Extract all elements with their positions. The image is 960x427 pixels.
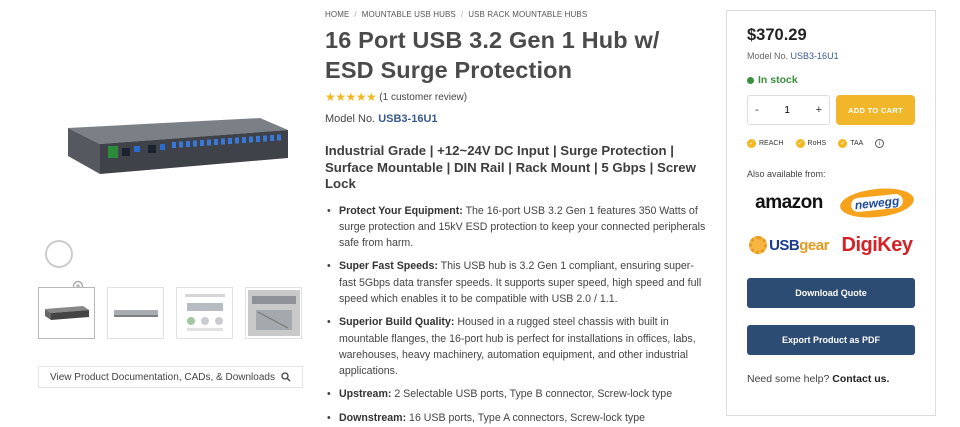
documentation-link[interactable]: View Product Documentation, CADs, & Down… [38,366,303,388]
feature-label: Super Fast Speeds: [339,260,438,273]
buybox-model-label: Model No. [747,51,789,61]
add-to-cart-button[interactable]: ADD TO CART [836,95,915,125]
amazon-logo[interactable]: amazon [747,185,831,221]
search-icon [281,372,291,382]
hub-thumbnail-image [44,306,89,320]
feature-label: Protect Your Equipment: [339,204,463,217]
contact-us-link[interactable]: Contact us. [832,373,889,385]
digikey-logo[interactable]: DigiKey [835,227,919,263]
feature-text: 16 USB ports, Type A connectors, Screw-l… [406,411,645,424]
amazon-logo-text: amazon [755,192,823,213]
thumbnail-1[interactable] [38,287,95,339]
breadcrumb: HOME / MOUNTABLE USB HUBS / USB RACK MOU… [325,10,710,19]
cert-label: REACH [759,140,784,147]
feature-text: 2 Selectable USB ports, Type B connector… [391,388,673,401]
feature-label: Superior Build Quality: [339,316,455,329]
thumbnail-2[interactable] [107,287,164,339]
buybox-model-value: USB3-16U1 [790,51,839,61]
cert-rohs: ✓ RoHS [795,139,827,148]
usbgear-logo-usb: USB [769,236,800,254]
gear-icon [749,236,768,254]
usbgear-logo[interactable]: USBgear [747,227,831,263]
breadcrumb-mountable-usb-hubs[interactable]: MOUNTABLE USB HUBS [362,10,456,19]
check-badge-icon: ✓ [795,139,805,148]
purchase-box: $370.29 Model No. USB3-16U1 In stock - +… [726,10,936,416]
feature-item: Downstream: 16 USB ports, Type A connect… [325,410,710,427]
product-rating: ★★★★★ (1 customer review) [325,90,710,104]
stock-status: In stock [747,74,915,86]
cert-label: TAA [850,140,864,147]
documentation-link-label: View Product Documentation, CADs, & Down… [50,371,275,383]
breadcrumb-home[interactable]: HOME [325,10,349,19]
feature-label: Downstream: [339,411,407,424]
cart-row: - + ADD TO CART [747,95,915,125]
model-number-value: USB3-16U1 [378,113,438,125]
buybox-model-number: Model No. USB3-16U1 [747,51,915,61]
stock-status-label: In stock [758,74,798,86]
product-price: $370.29 [747,26,807,44]
star-rating-icon: ★★★★★ [325,90,377,104]
usb-hub-image [68,118,288,174]
newegg-logo[interactable]: newegg [835,185,919,221]
newegg-logo-text: newegg [850,193,904,213]
feature-item: Superior Build Quality: Housed in a rugg… [325,314,710,379]
usbgear-logo-mark: USBgear [749,236,829,254]
export-pdf-button[interactable]: Export Product as PDF [747,325,915,355]
help-text: Need some help? [747,373,830,385]
cert-taa: ✓ TAA [838,139,863,148]
feature-label: Upstream: [339,388,392,401]
quantity-input[interactable] [772,104,803,116]
quantity-increase-button[interactable]: + [816,104,822,116]
diagram-thumbnail-image [184,294,225,331]
feature-item: Upstream: 2 Selectable USB ports, Type B… [325,386,710,403]
help-line: Need some help? Contact us. [747,373,915,385]
product-title: 16 Port USB 3.2 Gen 1 Hub w/ ESD Surge P… [325,27,660,83]
hub-side-thumbnail-image [113,310,158,317]
feature-list: Protect Your Equipment: The 16-port USB … [325,203,710,427]
digikey-logo-text: DigiKey [841,233,913,256]
newegg-logo-badge: newegg [838,185,916,221]
breadcrumb-usb-rack-mountable-hubs[interactable]: USB RACK MOUNTABLE HUBS [468,10,587,19]
quantity-decrease-button[interactable]: - [755,104,759,116]
certification-list: ✓ REACH ✓ RoHS ✓ TAA i [747,139,915,148]
cert-label: RoHS [807,140,827,147]
product-gallery: View Product Documentation, CADs, & Down… [35,70,310,388]
check-badge-icon: ✓ [747,139,756,148]
main-product-image[interactable] [35,70,310,294]
product-info: HOME / MOUNTABLE USB HUBS / USB RACK MOU… [325,10,710,427]
feature-item: Super Fast Speeds: This USB hub is 3.2 G… [325,258,710,307]
breadcrumb-separator: / [460,10,464,19]
download-quote-button[interactable]: Download Quote [747,278,915,308]
check-badge-icon: ✓ [838,139,848,148]
installation-thumbnail-image [247,290,300,336]
customer-review-link[interactable]: (1 customer review) [379,92,467,103]
also-available-label: Also available from: [747,169,826,179]
usbgear-logo-text: USBgear [769,237,829,254]
thumbnail-3[interactable] [176,287,233,339]
info-icon[interactable]: i [875,139,885,148]
retailer-logos: amazon newegg USBgear DigiKey [747,185,916,263]
model-number-label: Model No. [325,113,376,125]
product-subtitle: Industrial Grade | +12~24V DC Input | Su… [325,143,696,191]
cert-reach: ✓ REACH [747,139,784,148]
zoom-button[interactable] [45,240,86,294]
model-number: Model No. USB3-16U1 [325,113,710,125]
feature-item: Protect Your Equipment: The 16-port USB … [325,203,710,252]
usbgear-logo-gear: gear [799,236,829,254]
breadcrumb-separator: / [354,10,357,19]
thumbnail-strip [38,287,302,339]
thumbnail-4[interactable] [245,287,302,339]
quantity-stepper: - + [747,95,831,125]
in-stock-icon [747,76,754,84]
